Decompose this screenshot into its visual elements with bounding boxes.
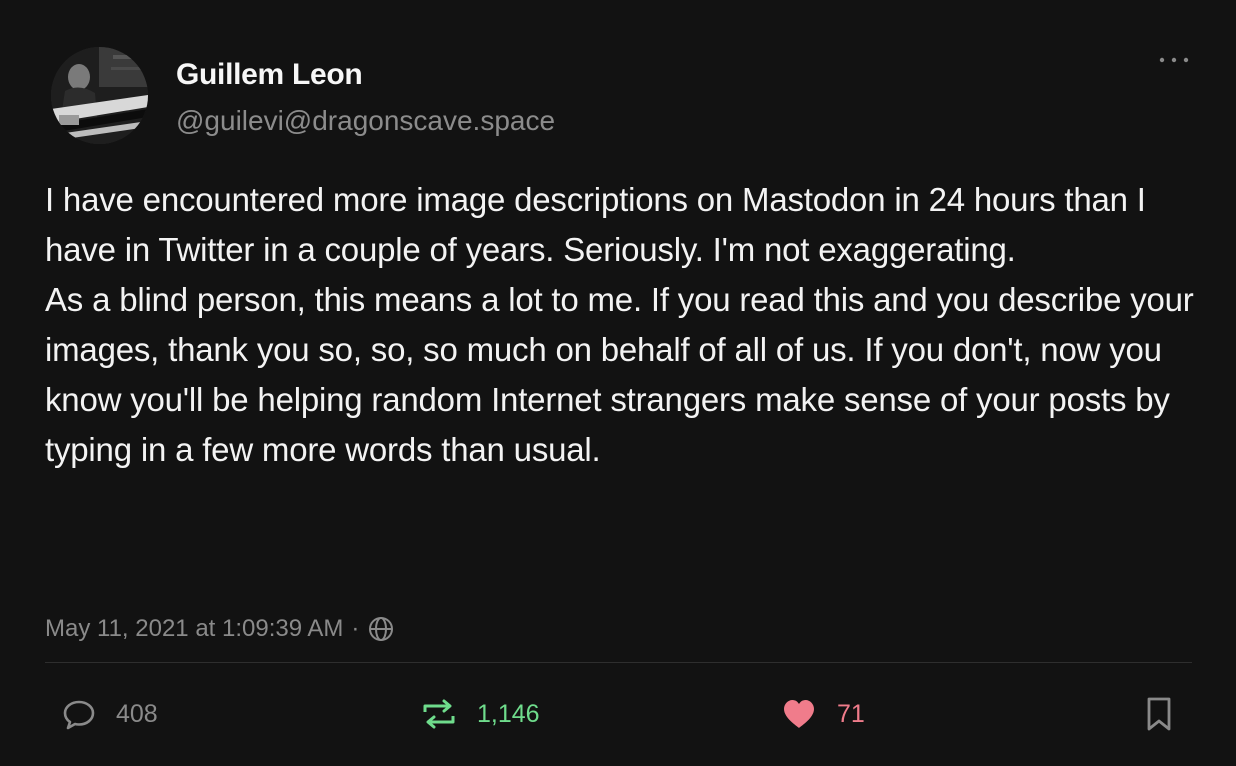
globe-icon [369, 617, 394, 641]
divider [45, 662, 1192, 663]
avatar[interactable] [51, 47, 148, 144]
boost-button[interactable]: 1,146 [421, 694, 540, 734]
reply-button[interactable]: 408 [62, 694, 158, 734]
account-handle[interactable]: @guilevi@dragonscave.space [176, 105, 555, 137]
heart-icon [784, 700, 814, 728]
reply-icon [63, 700, 95, 730]
avatar-image [51, 47, 148, 144]
like-count: 71 [837, 699, 865, 728]
post-paragraph: As a blind person, this means a lot to m… [45, 281, 1194, 468]
post-meta: May 11, 2021 at 1:09:39 AM · [45, 612, 395, 646]
reply-count: 408 [116, 699, 158, 728]
post-paragraph: I have encountered more image descriptio… [45, 181, 1146, 268]
bookmark-button[interactable] [1145, 694, 1173, 734]
display-name[interactable]: Guillem Leon [176, 58, 363, 92]
bookmark-icon [1147, 697, 1171, 731]
boost-icon [423, 699, 455, 729]
like-button[interactable]: 71 [781, 694, 865, 734]
post-content: I have encountered more image descriptio… [45, 175, 1195, 475]
post-card: Guillem Leon @guilevi@dragonscave.space … [0, 0, 1236, 766]
post-timestamp[interactable]: May 11, 2021 at 1:09:39 AM [45, 615, 343, 643]
meta-separator: · [351, 615, 360, 642]
boost-count: 1,146 [477, 699, 540, 728]
more-icon [1159, 57, 1189, 63]
more-options-button[interactable] [1156, 50, 1192, 70]
